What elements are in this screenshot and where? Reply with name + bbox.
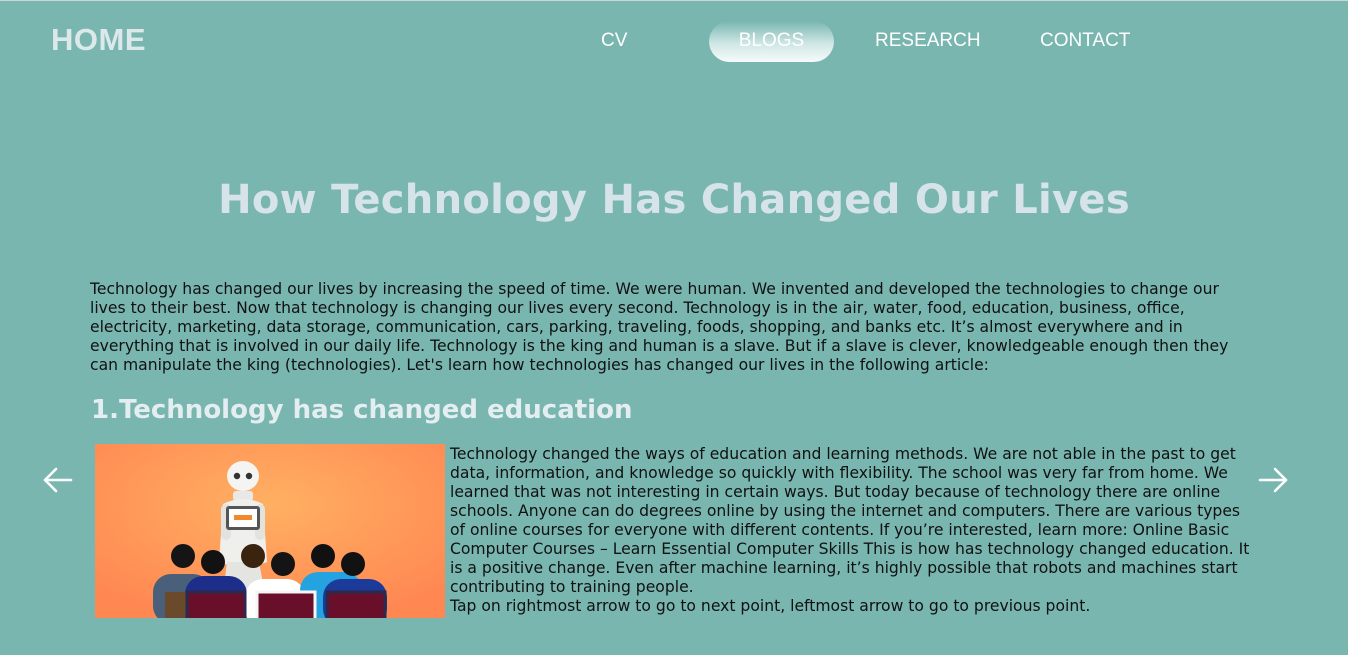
section-paragraph: Technology changed the ways of education… [450, 445, 1250, 596]
section-body: Technology changed the ways of education… [450, 445, 1250, 616]
nav-blogs[interactable]: BLOGS [709, 21, 834, 62]
intro-paragraph: Technology has changed our lives by incr… [90, 280, 1229, 374]
section-heading: 1.Technology has changed education [91, 395, 633, 425]
navigation-hint: Tap on rightmost arrow to go to next poi… [450, 597, 1091, 615]
arrow-right-icon[interactable] [1255, 462, 1291, 498]
page-title: How Technology Has Changed Our Lives [218, 176, 1130, 223]
nav-research[interactable]: RESEARCH [875, 30, 981, 52]
arrow-left-icon[interactable] [40, 462, 76, 498]
nav-cv[interactable]: CV [601, 30, 627, 52]
education-robot-image [95, 444, 445, 618]
nav-contact[interactable]: CONTACT [1040, 30, 1130, 52]
home-link[interactable]: HOME [51, 22, 146, 58]
top-border [0, 0, 1348, 1]
